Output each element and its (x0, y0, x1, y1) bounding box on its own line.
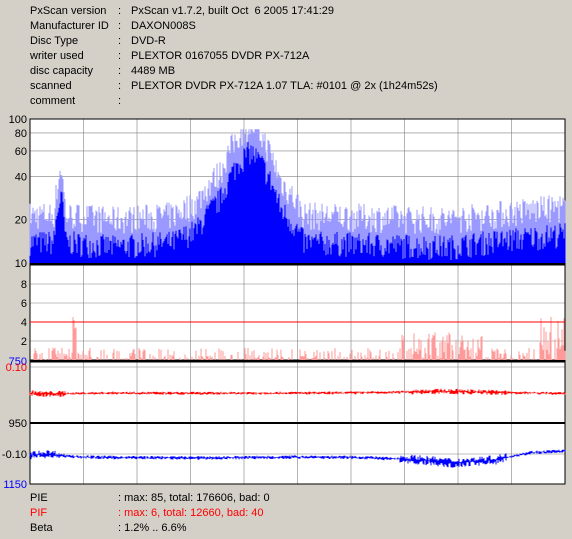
info-value: 4489 MB (131, 65, 176, 77)
info-separator: : (118, 65, 122, 77)
pie-tick-label: 40 (15, 171, 27, 183)
axis-labels: 100806040201086427500.10950-0.101150 (2, 114, 27, 489)
summary-value: : 1.2% .. 6.6% (118, 522, 187, 534)
pie-tick-label: 10 (15, 258, 27, 270)
info-label: Disc Type (30, 35, 79, 47)
pie-tick-label: 60 (15, 146, 27, 158)
info-value: PxScan v1.7.2, built Oct 6 2005 17:41:29 (131, 5, 335, 17)
info-label: scanned (30, 80, 72, 92)
pie-tick-label: 80 (15, 128, 27, 140)
info-separator: : (118, 35, 122, 47)
info-value: DAXON008S (131, 20, 196, 32)
summary-label: Beta (30, 522, 53, 534)
info-value: PLEXTOR DVDR PX-712A 1.07 TLA: #0101 @ 2… (131, 80, 438, 92)
pie-tick-label: 100 (9, 114, 27, 126)
jitter-tick-label: 1150 (3, 479, 27, 489)
scan-chart: 100 80 60 40 20 10 8 6 4 2 750 0.10 950 -0.10 1150 (0, 112, 572, 489)
summary-value: : max: 85, total: 176606, bad: 0 (118, 492, 270, 504)
info-value: DVD-R (131, 35, 166, 47)
info-separator: : (118, 50, 122, 62)
pif-tick-label: 8 (21, 279, 27, 291)
info-separator: : (118, 20, 122, 32)
info-label: comment (30, 95, 76, 107)
pif-tick-label: 2 (21, 336, 27, 348)
info-value: PLEXTOR 0167055 DVDR PX-712A (131, 50, 310, 62)
info-separator: : (118, 95, 122, 107)
scan-chart-svg: 100806040201086427500.10950-0.101150 (2, 114, 566, 489)
jitter-extra-label: -0.10 (2, 449, 27, 461)
info-label: Manufacturer ID (30, 20, 109, 32)
info-label: disc capacity (30, 65, 93, 77)
info-separator: : (118, 5, 122, 17)
info-label: PxScan version (30, 5, 107, 17)
jitter-tick-label: 950 (9, 418, 27, 430)
info-label: writer used (30, 50, 84, 62)
summary-label: PIE (30, 492, 48, 504)
pif-tick-label: 4 (21, 317, 27, 329)
summary-value: : max: 6, total: 12660, bad: 40 (118, 507, 264, 519)
summary-label: PIF (30, 507, 48, 519)
info-separator: : (118, 80, 122, 92)
pif-tick-label: 6 (21, 298, 27, 310)
scan-summary-footer: PIE : max: 85, total: 176606, bad: 0 PIF… (0, 489, 572, 539)
beta-tick-label: 0.10 (6, 362, 27, 374)
pie-tick-label: 20 (15, 215, 27, 227)
scan-info-header: PxScan version : PxScan v1.7.2, built Oc… (0, 0, 572, 112)
